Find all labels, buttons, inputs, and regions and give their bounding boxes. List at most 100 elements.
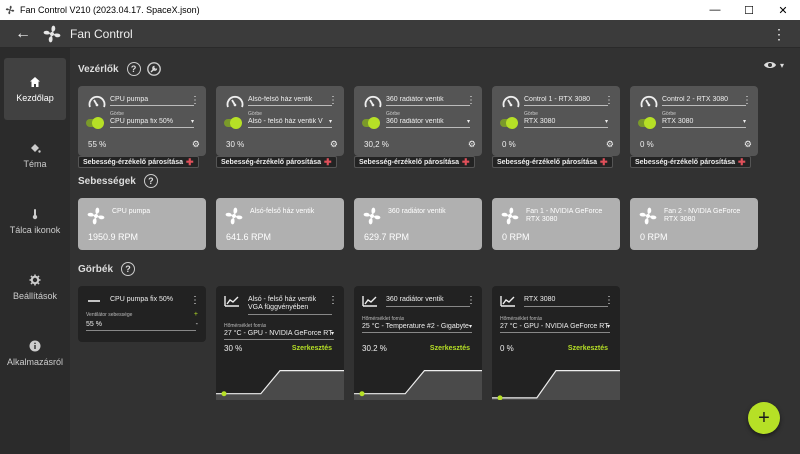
sidebar-item-theme[interactable]: Téma — [4, 124, 66, 186]
curve-select[interactable]: RTX 3080 ▾ — [524, 118, 608, 128]
curve-area — [354, 370, 482, 400]
gauge-icon — [226, 95, 244, 108]
edit-button[interactable]: Szerkesztés — [430, 345, 470, 352]
pair-sensor-button[interactable]: Sebesség-érzékelő párosítása ✚ — [78, 156, 199, 168]
enable-toggle[interactable] — [224, 117, 242, 129]
add-button[interactable]: + — [748, 402, 780, 434]
help-icon[interactable]: ? — [143, 174, 158, 188]
more-options-icon[interactable]: ⋮ — [328, 96, 338, 106]
control-card[interactable]: 360 radiátor ventik ⋮ Görbe 360 radiátor ve… — [354, 86, 482, 156]
plus-icon: ✚ — [324, 156, 332, 167]
gear-icon[interactable]: ⚙ — [192, 139, 200, 150]
gear-icon[interactable]: ⚙ — [744, 139, 752, 150]
speed-value-field[interactable]: 55 % — [86, 321, 196, 331]
gear-icon[interactable]: ⚙ — [330, 139, 338, 150]
gear-icon[interactable]: ⚙ — [606, 139, 614, 150]
speed-card[interactable]: Fan 2 - NVIDIA GeForce RTX 3080 0 RPM — [630, 198, 758, 250]
curve-graph[interactable] — [216, 358, 344, 400]
control-card[interactable]: CPU pumpa ⋮ Görbe CPU pumpa fix 50% ▾ 55 % ⚙ — [78, 86, 206, 156]
app-title: Fan Control — [70, 26, 133, 41]
control-name[interactable]: Control 1 - RTX 3080 — [524, 96, 608, 106]
toggle-knob — [644, 117, 656, 129]
help-icon[interactable]: ? — [126, 62, 141, 76]
curve-select[interactable]: 360 radiátor ventik ▾ — [386, 118, 470, 128]
more-options-icon[interactable]: ⋮ — [190, 96, 200, 106]
sidebar-item-label: Kezdőlap — [16, 92, 54, 103]
wrench-icon[interactable] — [146, 62, 161, 76]
control-card[interactable]: Control 2 - RTX 3080 ⋮ Görbe RTX 3080 ▾ 0 % ⚙ — [630, 86, 758, 156]
enable-toggle[interactable] — [638, 117, 656, 129]
more-options-icon[interactable]: ⋮ — [190, 296, 200, 306]
edit-button[interactable]: Szerkesztés — [568, 345, 608, 352]
temperature-source-select[interactable]: 27 °C - GPU - NVIDIA GeForce RT ▾ — [224, 330, 334, 340]
speed-card[interactable]: 360 radiátor ventik 629.7 RPM — [354, 198, 482, 250]
enable-toggle[interactable] — [86, 117, 104, 129]
maximize-button[interactable]: ☐ — [732, 0, 766, 20]
control-percent: 30,2 % — [364, 140, 389, 149]
visibility-toggle[interactable]: ▾ — [763, 60, 784, 70]
temperature-source-select[interactable]: 27 °C - GPU - NVIDIA GeForce RT ▾ — [500, 323, 610, 333]
control-name[interactable]: CPU pumpa — [110, 96, 194, 106]
plus-icon: ✚ — [600, 156, 608, 167]
control-card[interactable]: Alsó-felső ház ventik ⋮ Görbe Alsó - felső … — [216, 86, 344, 156]
enable-toggle[interactable] — [362, 117, 380, 129]
more-options-icon[interactable]: ⋮ — [466, 96, 476, 106]
graph-curve-icon — [362, 296, 377, 307]
sidebar-item-settings[interactable]: Beállítások — [4, 256, 66, 318]
control-name[interactable]: 360 radiátor ventik — [386, 96, 470, 106]
control-card[interactable]: Control 1 - RTX 3080 ⋮ Görbe RTX 3080 ▾ 0 % ⚙ — [492, 86, 620, 156]
pair-sensor-button[interactable]: Sebesség-érzékelő párosítása ✚ — [630, 156, 751, 168]
more-options-icon[interactable]: ⋮ — [466, 296, 476, 306]
sidebar-item-home[interactable]: Kezdőlap — [4, 58, 66, 120]
control-name[interactable]: Alsó-felső ház ventik — [248, 96, 332, 106]
speed-card[interactable]: CPU pumpa 1950.9 RPM — [78, 198, 206, 250]
curve-card[interactable]: RTX 3080 ⋮ Hőmérséklet forrás 27 °C - GPU -… — [492, 286, 620, 400]
pair-sensor-button[interactable]: Sebesség-érzékelő párosítása ✚ — [492, 156, 613, 168]
minimize-button[interactable]: — — [698, 0, 732, 20]
overflow-menu-icon[interactable]: ⋮ — [772, 26, 786, 43]
speed-label: Ventilátor sebessége — [86, 312, 133, 318]
curve-graph[interactable] — [492, 358, 620, 400]
curve-name[interactable]: Alsó - felső ház ventik VGA függvényében — [248, 296, 332, 315]
chevron-down-icon: ▾ — [468, 324, 472, 330]
back-arrow-icon[interactable]: ← — [8, 25, 38, 43]
curve-percent: 30.2 % — [362, 344, 387, 353]
temperature-source-value: 27 °C - GPU - NVIDIA GeForce RT — [224, 330, 333, 337]
gauge-icon — [88, 95, 106, 108]
more-options-icon[interactable]: ⋮ — [742, 96, 752, 106]
help-icon[interactable]: ? — [121, 262, 136, 276]
edit-button[interactable]: Szerkesztés — [292, 345, 332, 352]
window-title: Fan Control V210 (2023.04.17. SpaceX.jso… — [20, 5, 200, 15]
sidebar-item-about[interactable]: Alkalmazásról — [4, 322, 66, 384]
curve-percent: 30 % — [224, 344, 243, 353]
more-options-icon[interactable]: ⋮ — [328, 296, 338, 306]
current-point-marker — [221, 391, 227, 397]
pair-sensor-button[interactable]: Sebesség-érzékelő párosítása ✚ — [354, 156, 475, 168]
speed-card[interactable]: Fan 1 - NVIDIA GeForce RTX 3080 0 RPM — [492, 198, 620, 250]
gear-icon[interactable]: ⚙ — [468, 139, 476, 150]
curve-select[interactable]: RTX 3080 ▾ — [662, 118, 746, 128]
speed-rpm: 1950.9 RPM — [88, 232, 139, 242]
more-options-icon[interactable]: ⋮ — [604, 296, 614, 306]
sidebar-item-tray-icons[interactable]: Tálca ikonok — [4, 190, 66, 252]
curve-select[interactable]: Alsó - felső ház ventik V ▾ — [248, 118, 332, 128]
temperature-source-select[interactable]: 25 °C - Temperature #2 - Gigabyte ▾ — [362, 323, 472, 333]
control-name[interactable]: Control 2 - RTX 3080 — [662, 96, 746, 106]
curve-select[interactable]: CPU pumpa fix 50% ▾ — [110, 118, 194, 128]
curve-name[interactable]: 360 radiátor ventik — [386, 296, 470, 307]
more-options-icon[interactable]: ⋮ — [604, 96, 614, 106]
curve-card[interactable]: Alsó - felső ház ventik VGA függvényében… — [216, 286, 344, 400]
curve-graph[interactable] — [354, 358, 482, 400]
speed-card[interactable]: Alsó-felső ház ventik 641.6 RPM — [216, 198, 344, 250]
close-button[interactable]: ✕ — [766, 0, 800, 20]
curve-card[interactable]: CPU pumpa fix 50% ⋮ Ventilátor sebessége… — [78, 286, 206, 342]
decrease-button[interactable]: - — [196, 321, 198, 328]
section-title-text: Sebességek — [78, 175, 136, 187]
speed-name: CPU pumpa — [112, 208, 151, 215]
chevron-down-icon: ▾ — [742, 119, 746, 125]
pair-sensor-button[interactable]: Sebesség-érzékelő párosítása ✚ — [216, 156, 337, 168]
enable-toggle[interactable] — [500, 117, 518, 129]
curve-card[interactable]: 360 radiátor ventik ⋮ Hőmérséklet forrás 25… — [354, 286, 482, 400]
curve-name[interactable]: RTX 3080 — [524, 296, 608, 307]
increase-button[interactable]: + — [194, 311, 198, 318]
